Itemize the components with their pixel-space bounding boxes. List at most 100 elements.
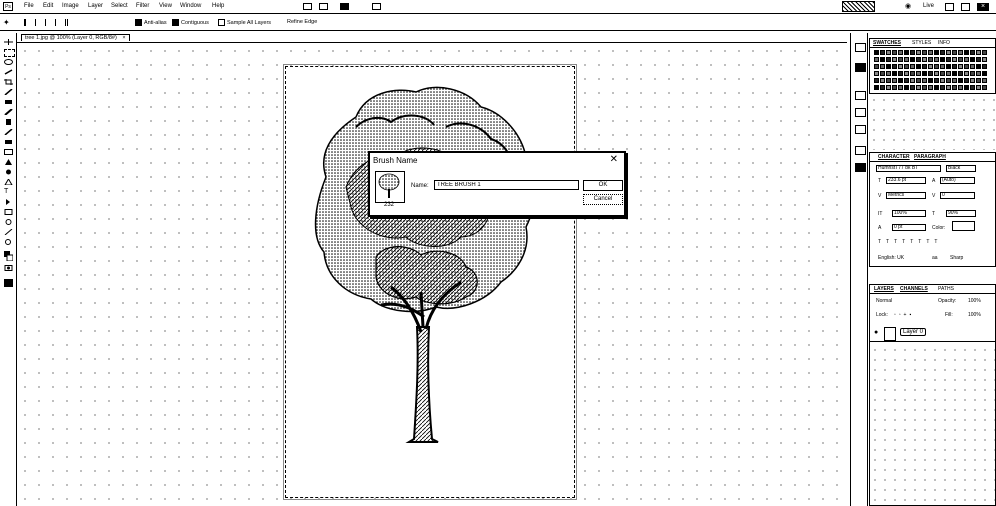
magic-wand-icon[interactable]: ✦	[3, 18, 13, 27]
masks-panel-icon[interactable]	[855, 108, 866, 117]
horizontal-scale-field[interactable]: 90%	[946, 210, 976, 217]
blur-tool-icon[interactable]	[4, 159, 13, 165]
swatch[interactable]	[922, 57, 927, 62]
swatch[interactable]	[904, 85, 909, 90]
swatch[interactable]	[892, 50, 897, 55]
swatch[interactable]	[874, 78, 879, 83]
tab-styles[interactable]: STYLES	[912, 40, 931, 46]
swatch[interactable]	[910, 78, 915, 83]
healing-brush-tool-icon[interactable]	[4, 99, 13, 105]
swatch[interactable]	[886, 50, 891, 55]
swatch[interactable]	[976, 78, 981, 83]
swatch[interactable]	[904, 78, 909, 83]
history-panel-icon[interactable]	[855, 43, 866, 52]
tab-paths[interactable]: PATHS	[938, 286, 954, 292]
brushes-panel-icon[interactable]	[855, 125, 866, 134]
swatch[interactable]	[892, 57, 897, 62]
swatch[interactable]	[928, 78, 933, 83]
swatch[interactable]	[898, 64, 903, 69]
swatch[interactable]	[916, 78, 921, 83]
shape-tool-icon[interactable]	[4, 209, 13, 215]
swatch[interactable]	[910, 71, 915, 76]
screen-mode-icon[interactable]	[372, 3, 381, 10]
eyedropper-tool-icon[interactable]	[4, 89, 13, 95]
menu-window[interactable]: Window	[180, 3, 201, 9]
swatch[interactable]	[904, 71, 909, 76]
hand-tool-icon[interactable]	[4, 229, 13, 235]
swatch[interactable]	[898, 57, 903, 62]
swatch[interactable]	[952, 78, 957, 83]
selection-mode-icons[interactable]	[24, 19, 68, 26]
pen-tool-icon[interactable]	[4, 179, 13, 185]
swatch[interactable]	[958, 71, 963, 76]
menu-filter[interactable]: Filter	[136, 3, 149, 9]
tab-channels[interactable]: CHANNELS	[900, 286, 928, 292]
swatch[interactable]	[970, 57, 975, 62]
swatch[interactable]	[886, 71, 891, 76]
swatch[interactable]	[958, 50, 963, 55]
swatch[interactable]	[916, 50, 921, 55]
quick-mask-icon[interactable]	[4, 265, 13, 271]
layer-row[interactable]: ● Layer 0	[870, 325, 995, 342]
swatch[interactable]	[946, 57, 951, 62]
swatch[interactable]	[976, 50, 981, 55]
swatch[interactable]	[910, 57, 915, 62]
swatch[interactable]	[916, 85, 921, 90]
swatch[interactable]	[970, 64, 975, 69]
swatch[interactable]	[904, 57, 909, 62]
swatch[interactable]	[946, 50, 951, 55]
swatch[interactable]	[892, 78, 897, 83]
swatch[interactable]	[892, 71, 897, 76]
swatch[interactable]	[946, 85, 951, 90]
adjustments-panel-icon[interactable]	[855, 91, 866, 100]
lasso-tool-icon[interactable]	[4, 59, 13, 65]
swatch[interactable]	[916, 57, 921, 62]
swatch[interactable]	[874, 64, 879, 69]
foreground-background-color-icon[interactable]	[4, 251, 13, 261]
lock-icons[interactable]: ▫▫+▪	[894, 312, 914, 318]
swatch[interactable]	[880, 50, 885, 55]
swatch[interactable]	[976, 85, 981, 90]
swatch[interactable]	[874, 85, 879, 90]
move-tool-icon[interactable]	[4, 39, 13, 45]
actions-panel-icon[interactable]	[855, 63, 866, 72]
swatch[interactable]	[964, 57, 969, 62]
tab-character[interactable]: CHARACTER	[878, 154, 910, 160]
sample-all-layers-checkbox[interactable]: Sample All Layers	[218, 19, 271, 26]
maximize-icon[interactable]	[961, 3, 970, 11]
contiguous-checkbox[interactable]: Contiguous	[172, 19, 209, 26]
marquee-tool-icon[interactable]	[4, 49, 15, 57]
vertical-scale-field[interactable]: 100%	[892, 210, 926, 217]
swatch[interactable]	[898, 50, 903, 55]
swatch[interactable]	[982, 50, 987, 55]
blend-mode-select[interactable]: Normal	[876, 298, 892, 304]
menu-edit[interactable]: Edit	[43, 3, 53, 9]
swatch[interactable]	[952, 71, 957, 76]
menu-file[interactable]: File	[24, 3, 34, 9]
dodge-tool-icon[interactable]	[4, 169, 13, 175]
swatch[interactable]	[958, 78, 963, 83]
menu-select[interactable]: Select	[111, 3, 128, 9]
swatch[interactable]	[922, 71, 927, 76]
swatch[interactable]	[898, 71, 903, 76]
swatch[interactable]	[934, 57, 939, 62]
swatch[interactable]	[952, 64, 957, 69]
swatch[interactable]	[964, 85, 969, 90]
cs-live-icon[interactable]: ◉	[905, 2, 911, 10]
path-selection-tool-icon[interactable]	[4, 199, 13, 205]
swatch[interactable]	[886, 64, 891, 69]
swatch[interactable]	[934, 64, 939, 69]
swatch[interactable]	[922, 50, 927, 55]
swatch[interactable]	[964, 64, 969, 69]
bridge-icon[interactable]	[303, 3, 312, 10]
font-size-field[interactable]: 233.6 pt	[886, 177, 926, 184]
clone-stamp-tool-icon[interactable]	[4, 119, 13, 125]
refine-edge-button[interactable]: Refine Edge	[287, 19, 317, 25]
swatch[interactable]	[916, 71, 921, 76]
font-family-select[interactable]: HumnstT77 bk BT	[876, 165, 941, 172]
tab-info[interactable]: INFO	[938, 40, 950, 46]
swatch[interactable]	[976, 71, 981, 76]
swatch[interactable]	[922, 85, 927, 90]
tab-close-icon[interactable]: ×	[122, 35, 125, 41]
swatch[interactable]	[964, 50, 969, 55]
